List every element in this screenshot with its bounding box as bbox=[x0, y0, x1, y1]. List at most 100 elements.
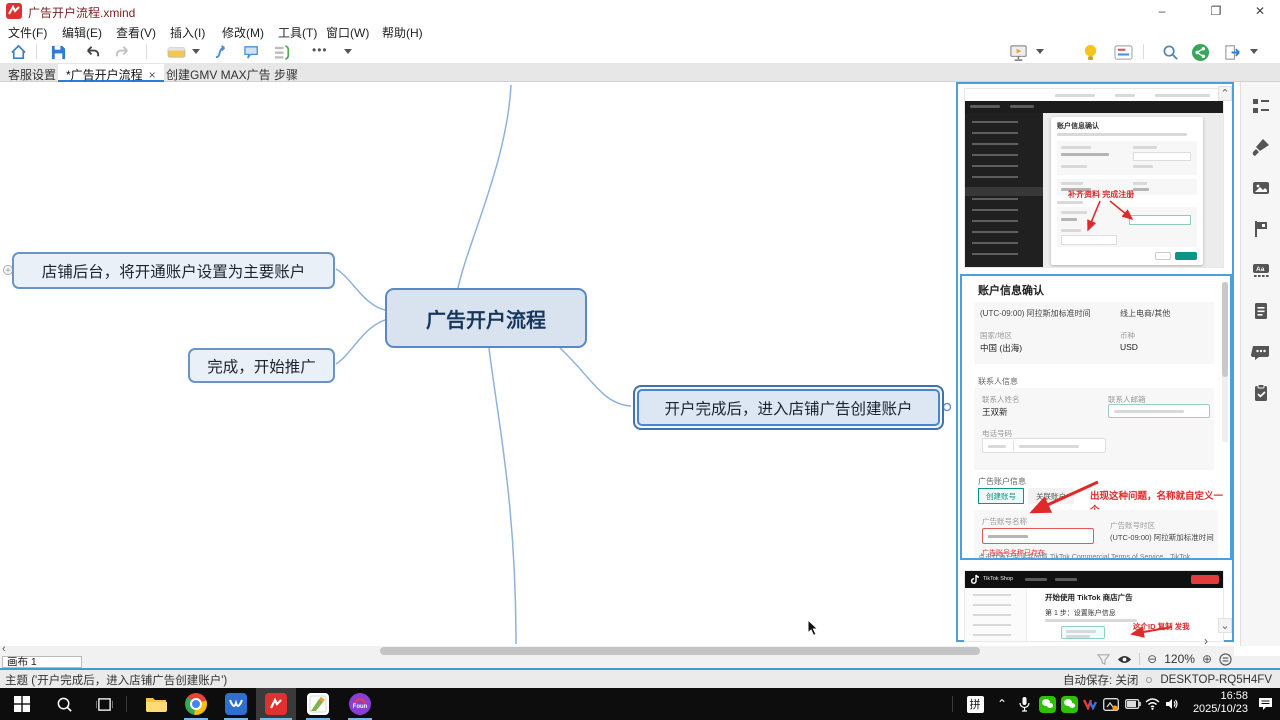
hidden-icons-chevron[interactable]: ⌃ bbox=[992, 688, 1012, 720]
presentation-button[interactable] bbox=[1008, 42, 1028, 62]
tab-ad-account-flow[interactable]: *广告开户流程× bbox=[58, 64, 164, 82]
mouse-cursor bbox=[808, 620, 818, 635]
microphone-tray-icon[interactable] bbox=[1014, 688, 1034, 720]
insert-topic-button[interactable] bbox=[166, 42, 186, 62]
foun-app-icon[interactable]: Foun bbox=[340, 688, 380, 720]
sheet-tab-canvas1[interactable]: 画布 1 bbox=[2, 656, 82, 668]
menu-view[interactable]: 查看(V) bbox=[116, 24, 156, 41]
xmind-taskbar-icon[interactable] bbox=[256, 688, 296, 720]
shot2-tab-create-account: 创建账号 bbox=[978, 488, 1024, 504]
panel-scroll-down[interactable]: ⌄ bbox=[1218, 618, 1232, 633]
taskbar-search-icon[interactable] bbox=[44, 688, 84, 720]
notes-panel-button[interactable] bbox=[1113, 42, 1133, 62]
filter-icon[interactable] bbox=[1097, 653, 1110, 666]
relationship-button[interactable] bbox=[212, 42, 232, 62]
horizontal-scroll-thumb[interactable] bbox=[380, 647, 980, 655]
shot1-confirm-button bbox=[1175, 252, 1197, 260]
shot2-contact-section: 联系人信息 bbox=[978, 376, 1018, 387]
screenshot-tiktok-ads-start[interactable]: TikTok Shop 开始使用 TikTok 商店广告 第 1 步：设置账户信… bbox=[964, 570, 1224, 642]
tab-close-icon[interactable]: × bbox=[149, 68, 156, 82]
share-button[interactable] bbox=[1190, 42, 1210, 62]
shot2-ad-tz-label: 广告账号时区 bbox=[1110, 520, 1155, 531]
panel-scroll-right[interactable]: › bbox=[1204, 634, 1208, 646]
callout-button[interactable] bbox=[242, 42, 262, 62]
task-clipboard-icon[interactable] bbox=[1251, 383, 1271, 403]
comments-icon[interactable] bbox=[1251, 342, 1271, 362]
horizontal-scrollbar[interactable]: ‹ bbox=[0, 646, 1234, 656]
blue-app-icon[interactable] bbox=[216, 688, 256, 720]
insert-topic-dropdown-caret[interactable] bbox=[192, 49, 200, 54]
start-button[interactable] bbox=[2, 688, 42, 720]
screen-capture-tray-icon[interactable] bbox=[1100, 688, 1122, 720]
shot2-business-value: 线上电商/其他 bbox=[1120, 308, 1170, 319]
search-button[interactable] bbox=[1160, 42, 1180, 62]
summary-button[interactable] bbox=[272, 42, 292, 62]
chrome-icon[interactable] bbox=[176, 688, 216, 720]
shot1-modal: 账户信息确认 bbox=[1051, 117, 1203, 265]
fit-map-icon[interactable] bbox=[1219, 653, 1232, 666]
menu-file[interactable]: 文件(F) bbox=[8, 24, 47, 41]
lightbulb-button[interactable] bbox=[1080, 42, 1100, 62]
eye-icon[interactable] bbox=[1117, 654, 1132, 665]
v-app-tray-icon[interactable] bbox=[1080, 688, 1100, 720]
central-topic[interactable]: 广告开户流程 bbox=[385, 288, 587, 348]
ime-indicator[interactable]: 拼 bbox=[962, 688, 988, 720]
scroll-left-arrow[interactable]: ‹ bbox=[2, 643, 6, 655]
export-button[interactable] bbox=[1222, 42, 1242, 62]
taskbar-clock[interactable]: 16:58 2025/10/23 bbox=[1182, 688, 1248, 720]
shot1-cancel-button bbox=[1155, 252, 1171, 260]
home-button[interactable] bbox=[8, 42, 28, 62]
menu-modify[interactable]: 修改(M) bbox=[222, 24, 264, 41]
minimize-button[interactable]: – bbox=[1142, 0, 1182, 22]
volume-tray-icon[interactable] bbox=[1162, 688, 1182, 720]
menu-help[interactable]: 帮助(H) bbox=[382, 24, 423, 41]
menu-edit[interactable]: 编辑(E) bbox=[62, 24, 102, 41]
screenshot-account-confirm-form[interactable]: 账户信息确认 (UTC-09:00) 阿拉斯加标准时间 线上电商/其他 国家/地… bbox=[960, 274, 1232, 560]
topic-finish-promote[interactable]: 完成，开始推广 bbox=[188, 348, 335, 383]
sticker-aa-icon[interactable]: Aa bbox=[1251, 260, 1271, 280]
redo-button[interactable] bbox=[112, 42, 132, 62]
shot2-currency-label: 币种 bbox=[1120, 330, 1135, 341]
battery-tray-icon[interactable] bbox=[1122, 688, 1144, 720]
zoom-level: 120% bbox=[1164, 652, 1195, 666]
shot3-step-title: 第 1 步：设置账户信息 bbox=[1045, 608, 1116, 618]
notification-center-icon[interactable] bbox=[1252, 688, 1278, 720]
more-tools-caret[interactable] bbox=[344, 49, 352, 54]
wifi-tray-icon[interactable] bbox=[1142, 688, 1162, 720]
tab-customer-service[interactable]: 客服设置 bbox=[0, 64, 64, 82]
editor-app-icon[interactable] bbox=[298, 688, 338, 720]
file-explorer-icon[interactable] bbox=[136, 688, 176, 720]
image-panel-icon[interactable] bbox=[1251, 178, 1271, 198]
presentation-caret[interactable] bbox=[1036, 49, 1044, 54]
maximize-button[interactable]: ❐ bbox=[1196, 0, 1236, 22]
shot1-dark-header bbox=[965, 101, 1224, 113]
mindmap-canvas[interactable]: 店铺后台，将开通账户设置为主要账户 完成，开始推广 广告开户流程 开户完成后，进… bbox=[0, 82, 1280, 646]
menu-tools[interactable]: 工具(T) bbox=[278, 24, 317, 41]
screenshot-account-confirm-modal[interactable]: 账户信息确认 bbox=[964, 88, 1224, 268]
export-caret[interactable] bbox=[1250, 49, 1258, 54]
task-view-icon[interactable] bbox=[84, 688, 124, 720]
undo-button[interactable] bbox=[82, 42, 102, 62]
zoom-in-button[interactable]: ⊕ bbox=[1202, 652, 1212, 666]
marker-flag-icon[interactable] bbox=[1251, 219, 1271, 239]
menu-window[interactable]: 窗口(W) bbox=[326, 24, 369, 41]
topic-shop-backend[interactable]: 店铺后台，将开通账户设置为主要账户 bbox=[12, 252, 335, 289]
shot2-ad-tz-value: (UTC-09:00) 阿拉斯加标准时间 bbox=[1110, 532, 1214, 543]
outline-panel-icon[interactable] bbox=[1251, 96, 1271, 116]
menu-insert[interactable]: 插入(I) bbox=[170, 24, 205, 41]
wechat-tray-icon[interactable] bbox=[1036, 688, 1058, 720]
panel-scroll-up[interactable]: ⌃ bbox=[1218, 86, 1232, 101]
topic-after-open-selected[interactable]: 开户完成后，进入店铺广告创建账户 bbox=[633, 385, 944, 430]
tab-gmv-max[interactable]: 创建GMV MAX广告 步骤 bbox=[158, 64, 306, 82]
toolbar: ••• bbox=[0, 40, 1280, 64]
format-brush-icon[interactable] bbox=[1251, 137, 1271, 157]
save-button[interactable] bbox=[48, 42, 68, 62]
notes-doc-icon[interactable] bbox=[1251, 301, 1271, 321]
wechat2-tray-icon[interactable] bbox=[1058, 688, 1080, 720]
close-button[interactable]: ✕ bbox=[1240, 0, 1280, 22]
format-sidebar: Aa bbox=[1240, 82, 1280, 646]
attached-screenshots-panel[interactable]: 账户信息确认 bbox=[956, 82, 1234, 642]
shot2-terms-text: 点击代表已阅读并同意 TikTok Commercial Terms of Se… bbox=[978, 552, 1214, 560]
more-tools-button[interactable]: ••• bbox=[312, 43, 328, 57]
zoom-out-button[interactable]: ⊖ bbox=[1147, 652, 1157, 666]
